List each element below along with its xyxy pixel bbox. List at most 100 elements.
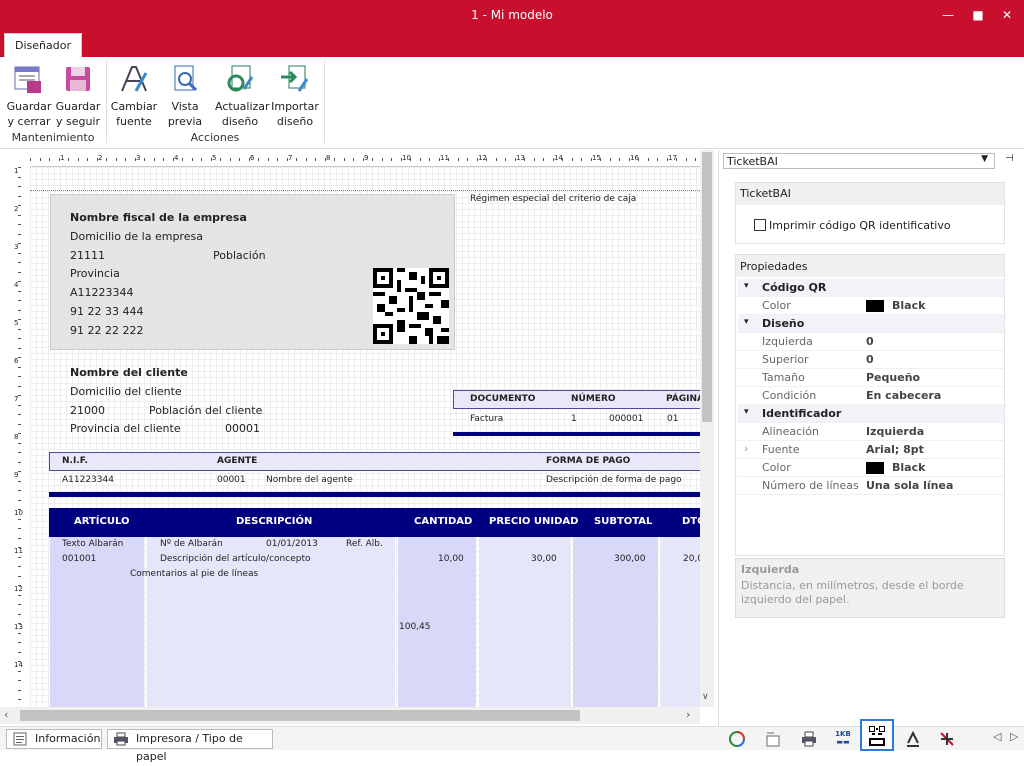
hruler-tick [685, 158, 687, 161]
ticketbai-tool-button[interactable] [860, 719, 894, 751]
vista-previa-button[interactable]: Vista previa [160, 61, 210, 129]
printer-icon [114, 732, 128, 746]
vruler-tick [18, 357, 21, 358]
horizontal-scrollbar[interactable]: ‹ › [0, 707, 700, 724]
nif-bar [49, 492, 700, 497]
cat-codigo-qr[interactable]: ▾ Código QR [738, 279, 1004, 297]
hruler-tick [296, 158, 297, 161]
color2-swatch [866, 462, 884, 474]
panel-dropdown[interactable]: TicketBAI ▼ [723, 153, 995, 169]
hruler-tick [419, 158, 421, 161]
guardar-seguir-button[interactable]: Guardar y seguir [53, 61, 103, 129]
prop-condicion[interactable]: Condición En cabecera [738, 387, 1004, 405]
text-format-icon[interactable] [904, 730, 922, 748]
hruler-tick [153, 158, 155, 161]
ikb-icon[interactable]: 1KB ▬▬ [834, 730, 852, 748]
vruler-tick [18, 262, 21, 263]
vruler-tick [18, 689, 21, 691]
vruler-tick [18, 642, 21, 643]
vruler-number: 8 [14, 433, 19, 441]
hruler-tick [381, 158, 383, 161]
print-icon[interactable] [800, 730, 818, 748]
vruler-tick [18, 252, 21, 254]
close-button[interactable]: ✕ [997, 5, 1017, 25]
comentarios: Comentarios al pie de líneas [130, 569, 259, 579]
save-icon [66, 67, 90, 91]
tab-impresora[interactable]: Impresora / Tipo de papel [107, 729, 273, 763]
clear-format-icon[interactable] [938, 730, 956, 748]
actualizar-diseno-button[interactable]: Actualizar diseño [215, 61, 270, 129]
qr-checkbox[interactable] [754, 219, 766, 231]
tab-informacion[interactable]: Información [6, 729, 102, 749]
scroll-down-icon[interactable]: ∨ [702, 692, 709, 702]
guardar-seguir-label: Guardar y seguir [55, 100, 101, 128]
hruler-tick [666, 158, 668, 161]
prop-tamano[interactable]: Tamaño Pequeño [738, 369, 1004, 387]
doc-serie: 1 [571, 414, 577, 424]
minimize-button[interactable]: — [938, 5, 958, 25]
hruler-tick [581, 158, 582, 161]
doc-tipo: Factura [470, 414, 504, 424]
vruler-tick [18, 509, 21, 510]
vertical-scrollbar[interactable]: ∨ [700, 150, 714, 707]
prop-alineacion-value: Izquierda [866, 425, 925, 438]
toolbar-prev-icon[interactable]: ◁ [993, 730, 1001, 743]
scroll-left-icon[interactable]: ‹ [4, 708, 8, 721]
vruler-number: 7 [14, 395, 19, 403]
vscroll-thumb[interactable] [702, 152, 712, 422]
prop-alineacion-key: Alineación [762, 425, 819, 438]
hruler-tick [486, 158, 487, 161]
tab-disenador[interactable]: Diseñador [4, 33, 82, 57]
maximize-button[interactable]: ■ [968, 5, 988, 25]
propiedades-header: Propiedades [736, 255, 1004, 277]
cat-identificador[interactable]: ▾ Identificador [738, 405, 1004, 423]
prop-fuente[interactable]: › Fuente Arial; 8pt [738, 441, 1004, 459]
prop-color2[interactable]: Color Black [738, 459, 1004, 477]
hscroll-thumb[interactable] [20, 710, 580, 721]
cat-diseno[interactable]: ▾ Diseño [738, 315, 1004, 333]
design-canvas[interactable]: Régimen especial del criterio de caja No… [30, 167, 700, 707]
prop-alineacion[interactable]: Alineación Izquierda [738, 423, 1004, 441]
guardar-cerrar-button[interactable]: Guardar y cerrar [4, 61, 54, 129]
importar-diseno-button[interactable]: Importar diseño [270, 61, 320, 129]
hruler-tick [619, 158, 620, 161]
prop-condicion-key: Condición [762, 389, 817, 402]
pin-icon[interactable]: ⊣ [1005, 153, 1014, 164]
vruler-tick [18, 537, 21, 539]
qr-code-icon[interactable] [373, 268, 449, 344]
color-palette-icon[interactable] [728, 730, 746, 748]
vruler-number: 6 [14, 357, 19, 365]
hruler-tick [315, 158, 316, 161]
vruler-tick [18, 490, 21, 491]
expand-chevron-icon[interactable]: › [744, 442, 748, 455]
vruler-tick [18, 233, 21, 235]
cliente-domicilio: Domicilio del cliente [70, 385, 182, 398]
hruler-tick [552, 158, 554, 161]
prop-superior[interactable]: Superior 0 [738, 351, 1004, 369]
title-bar: 1 - Mi modelo — ■ ✕ [0, 0, 1024, 31]
hruler-tick [505, 158, 506, 161]
scroll-right-icon[interactable]: › [686, 708, 690, 721]
vruler-number: 3 [14, 243, 19, 251]
prop-lineas[interactable]: Número de líneas Una sola línea [738, 477, 1004, 495]
importar-diseno-label: Importar diseño [271, 100, 319, 128]
vruler-tick [18, 423, 21, 425]
cambiar-fuente-label: Cambiar fuente [110, 100, 158, 128]
group-mantenimiento: Mantenimiento [11, 131, 95, 144]
vruler-tick [18, 385, 21, 387]
nif-value: A11223344 [62, 475, 114, 485]
h-dto: DTO [682, 516, 700, 527]
empresa-cp: 21111 [70, 249, 105, 262]
empresa-nombre: Nombre fiscal de la empresa [70, 211, 247, 224]
hruler-tick [533, 158, 535, 161]
hruler-tick [590, 158, 592, 161]
cambiar-fuente-button[interactable]: Cambiar fuente [109, 61, 159, 129]
empresa-tel2: 91 22 22 222 [70, 324, 144, 337]
toolbar-next-icon[interactable]: ▷ [1010, 730, 1018, 743]
prop-izquierda[interactable]: Izquierda 0 [738, 333, 1004, 351]
page-icon[interactable] [764, 730, 782, 748]
prop-superior-value: 0 [866, 353, 874, 366]
info-icon [13, 732, 27, 746]
hruler-tick [467, 158, 468, 161]
prop-color[interactable]: Color Black [738, 297, 1004, 315]
